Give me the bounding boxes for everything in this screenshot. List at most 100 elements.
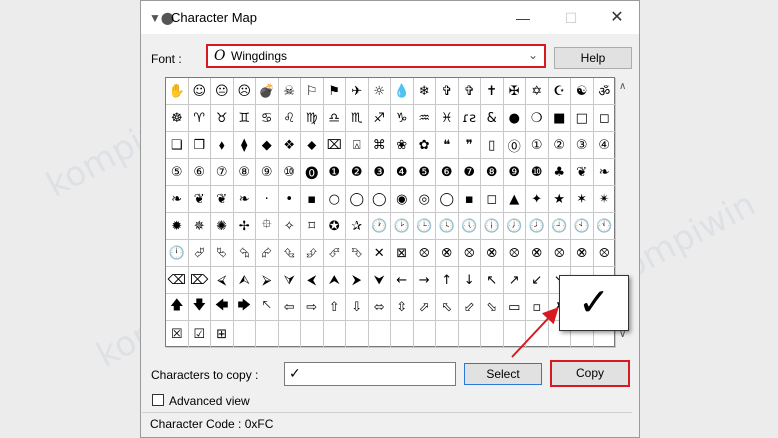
character-cell[interactable]: ✿ bbox=[413, 132, 436, 159]
character-cell[interactable]: ⬂ bbox=[481, 294, 504, 321]
character-cell[interactable]: ❧ bbox=[233, 186, 256, 213]
character-cell[interactable]: ◯ bbox=[346, 186, 369, 213]
character-cell[interactable]: ⬧ bbox=[211, 132, 234, 159]
character-cell[interactable]: 🕚 bbox=[593, 213, 616, 240]
character-cell[interactable]: ⑤ bbox=[166, 159, 189, 186]
character-cell[interactable]: ■ bbox=[548, 105, 571, 132]
character-cell[interactable]: ⮜ bbox=[301, 267, 324, 294]
character-cell[interactable] bbox=[413, 321, 436, 348]
character-cell[interactable]: ⑦ bbox=[211, 159, 234, 186]
character-cell[interactable]: ⊠ bbox=[391, 240, 414, 267]
character-cell[interactable]: ↓ bbox=[458, 267, 481, 294]
character-cell[interactable]: ⮿ bbox=[481, 240, 504, 267]
character-cell[interactable]: ❍ bbox=[526, 105, 549, 132]
character-cell[interactable]: ⮛ bbox=[278, 267, 301, 294]
character-cell[interactable]: ⮿ bbox=[571, 240, 594, 267]
character-cell[interactable]: ⮝ bbox=[323, 267, 346, 294]
character-cell[interactable]: ① bbox=[526, 132, 549, 159]
character-cell[interactable]: ⊞ bbox=[211, 321, 234, 348]
character-cell[interactable]: 🕙 bbox=[571, 213, 594, 240]
character-cell[interactable]: ◉ bbox=[391, 186, 414, 213]
character-cell[interactable]: ❑ bbox=[166, 132, 189, 159]
character-cell[interactable]: ♐ bbox=[368, 105, 391, 132]
character-cell[interactable]: ✝ bbox=[481, 78, 504, 105]
character-cell[interactable]: ❻ bbox=[436, 159, 459, 186]
character-cell[interactable]: ♈ bbox=[188, 105, 211, 132]
character-cell[interactable]: ❧ bbox=[593, 159, 616, 186]
character-cell[interactable]: ☒ bbox=[166, 321, 189, 348]
character-cell[interactable]: 🡇 bbox=[188, 294, 211, 321]
character-cell[interactable] bbox=[368, 321, 391, 348]
title-bar[interactable]: ▼⬤ Character Map — ☐ ✕ bbox=[141, 1, 639, 34]
character-cell[interactable]: ♏ bbox=[346, 105, 369, 132]
character-cell[interactable]: ⮞ bbox=[346, 267, 369, 294]
character-cell[interactable]: ✪ bbox=[323, 213, 346, 240]
character-cell[interactable]: ☪ bbox=[548, 78, 571, 105]
character-cell[interactable]: ❶ bbox=[323, 159, 346, 186]
character-cell[interactable]: ❼ bbox=[458, 159, 481, 186]
character-cell[interactable]: ✴ bbox=[593, 186, 616, 213]
character-cell[interactable]: ✞ bbox=[436, 78, 459, 105]
character-cell[interactable]: ☑ bbox=[188, 321, 211, 348]
character-cell[interactable]: 🕔 bbox=[458, 213, 481, 240]
character-cell[interactable]: ▲ bbox=[503, 186, 526, 213]
help-button[interactable]: Help bbox=[554, 47, 632, 69]
character-cell[interactable]: ⧫ bbox=[233, 132, 256, 159]
character-cell[interactable]: & bbox=[481, 105, 504, 132]
character-cell[interactable]: ⓿ bbox=[301, 159, 324, 186]
character-cell[interactable] bbox=[346, 321, 369, 348]
character-cell[interactable]: ⮵ bbox=[301, 240, 324, 267]
character-cell[interactable]: ❦ bbox=[188, 186, 211, 213]
character-cell[interactable]: ⯐ bbox=[256, 213, 279, 240]
character-cell[interactable]: ⮘ bbox=[211, 267, 234, 294]
character-cell[interactable]: 🕓 bbox=[436, 213, 459, 240]
character-cell[interactable]: ❞ bbox=[458, 132, 481, 159]
character-cell[interactable]: ⮾ bbox=[413, 240, 436, 267]
font-dropdown[interactable]: O Wingdings ⌄ bbox=[206, 44, 546, 68]
character-cell[interactable]: ⬀ bbox=[413, 294, 436, 321]
character-cell[interactable]: ❺ bbox=[413, 159, 436, 186]
character-cell[interactable]: ⬥ bbox=[301, 132, 324, 159]
character-cell[interactable]: ⬄ bbox=[368, 294, 391, 321]
character-cell[interactable]: ● bbox=[503, 105, 526, 132]
character-cell[interactable]: 🕑 bbox=[391, 213, 414, 240]
character-cell[interactable]: ⮲ bbox=[233, 240, 256, 267]
character-cell[interactable]: ◻ bbox=[481, 186, 504, 213]
character-cell[interactable]: ✰ bbox=[346, 213, 369, 240]
character-cell[interactable]: ⌘ bbox=[368, 132, 391, 159]
character-cell[interactable] bbox=[481, 321, 504, 348]
character-cell[interactable]: ⮙ bbox=[233, 267, 256, 294]
character-cell[interactable]: ✢ bbox=[233, 213, 256, 240]
character-cell[interactable]: ❿ bbox=[526, 159, 549, 186]
character-cell[interactable]: ⑨ bbox=[256, 159, 279, 186]
character-cell[interactable]: ❀ bbox=[391, 132, 414, 159]
character-cell[interactable]: ☺ bbox=[188, 78, 211, 105]
character-cell[interactable]: ⮳ bbox=[256, 240, 279, 267]
character-cell[interactable]: ↖ bbox=[481, 267, 504, 294]
character-cell[interactable] bbox=[233, 321, 256, 348]
advanced-view-checkbox[interactable] bbox=[152, 394, 164, 406]
character-cell[interactable]: ⌑ bbox=[301, 213, 324, 240]
character-cell[interactable]: ◎ bbox=[413, 186, 436, 213]
character-cell[interactable]: ★ bbox=[548, 186, 571, 213]
character-cell[interactable]: ✕ bbox=[368, 240, 391, 267]
character-cell[interactable]: ☹ bbox=[233, 78, 256, 105]
maximize-button[interactable]: ☐ bbox=[551, 5, 591, 31]
character-cell[interactable]: ⮾ bbox=[458, 240, 481, 267]
character-cell[interactable]: ⓪ bbox=[503, 132, 526, 159]
character-cell[interactable]: ⌧ bbox=[323, 132, 346, 159]
character-cell[interactable]: ④ bbox=[593, 132, 616, 159]
character-cell[interactable]: ⮿ bbox=[436, 240, 459, 267]
character-cell[interactable] bbox=[391, 321, 414, 348]
character-cell[interactable]: ◯ bbox=[436, 186, 459, 213]
character-cell[interactable]: ⮴ bbox=[278, 240, 301, 267]
character-cell[interactable]: 🕘 bbox=[548, 213, 571, 240]
character-cell[interactable] bbox=[323, 321, 346, 348]
character-cell[interactable]: ✡ bbox=[526, 78, 549, 105]
character-cell[interactable]: ▫ bbox=[526, 294, 549, 321]
character-cell[interactable]: ✠ bbox=[503, 78, 526, 105]
character-cell[interactable]: ❖ bbox=[278, 132, 301, 159]
character-cell[interactable]: □ bbox=[571, 105, 594, 132]
character-cell[interactable]: ◻ bbox=[593, 105, 616, 132]
close-button[interactable]: ✕ bbox=[597, 5, 637, 31]
